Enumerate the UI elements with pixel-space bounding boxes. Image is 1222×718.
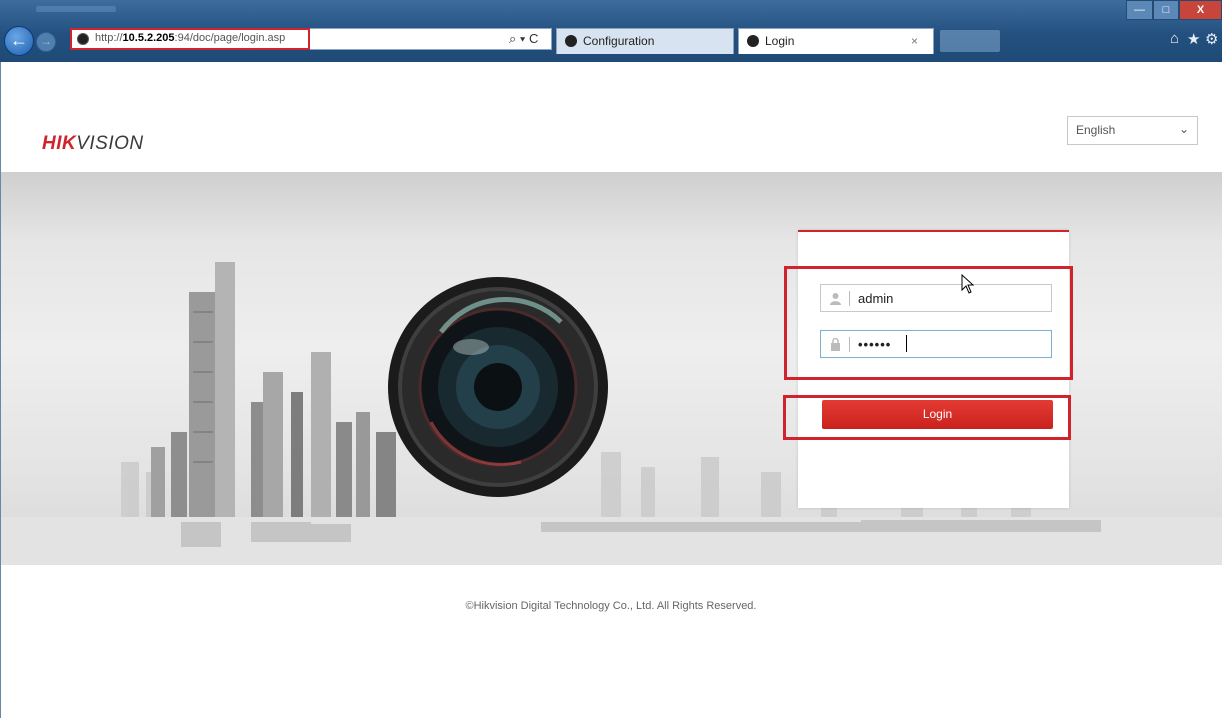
hikvision-logo: HIKVISION — [42, 133, 144, 155]
close-window-button[interactable]: X — [1179, 0, 1222, 20]
language-value: English — [1076, 123, 1116, 137]
login-highlight-box — [783, 395, 1071, 440]
chevron-down-icon: ⌄ — [1179, 122, 1190, 136]
browser-chrome: ← → http://10.5.2.205:94/doc/page/login.… — [0, 0, 1222, 62]
forward-button[interactable]: → — [36, 32, 56, 52]
copyright-footer: ©Hikvision Digital Technology Co., Ltd. … — [465, 600, 757, 612]
logo-hik: HIK — [42, 133, 77, 154]
language-select[interactable]: English ⌄ — [1067, 116, 1198, 145]
tab-label: Configuration — [583, 34, 655, 48]
new-tab-button[interactable] — [940, 30, 1000, 52]
settings-gear-icon[interactable]: ⚙ — [1205, 30, 1218, 48]
search-refresh-icons[interactable]: ⌕ ▾ C — [509, 31, 538, 47]
tab-close-icon[interactable]: × — [911, 29, 918, 53]
tab-site-icon — [565, 35, 577, 47]
credentials-highlight-box — [784, 266, 1073, 380]
tab-login[interactable]: Login × — [738, 28, 934, 54]
maximize-button[interactable]: □ — [1153, 0, 1179, 20]
tab-configuration[interactable]: Configuration — [556, 28, 734, 54]
back-button[interactable]: ← — [4, 26, 34, 56]
mouse-pointer-icon — [961, 274, 975, 294]
home-icon[interactable]: ⌂ — [1170, 30, 1179, 47]
window-title — [36, 6, 116, 12]
minimize-button[interactable]: — — [1126, 0, 1153, 20]
tab-label: Login — [765, 34, 795, 48]
tab-site-icon — [747, 35, 759, 47]
logo-vision: VISION — [76, 133, 144, 154]
favorites-star-icon[interactable]: ★ — [1187, 30, 1200, 48]
address-highlight-box — [70, 28, 310, 50]
